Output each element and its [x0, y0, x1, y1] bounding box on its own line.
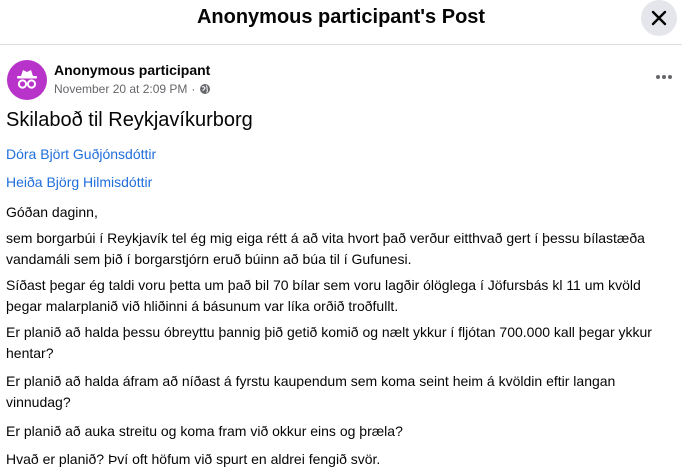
more-options-icon [656, 75, 672, 79]
meta-separator: · [191, 82, 196, 96]
incognito-icon [17, 70, 37, 89]
post-paragraph: Góðan daginn, [6, 204, 98, 220]
post-paragraph: Síðast þegar ég taldi voru þetta um það … [6, 277, 641, 314]
header-divider [0, 44, 682, 45]
modal-header: Anonymous participant's Post [0, 0, 682, 36]
post-paragraph: sem borgarbúi í Reykjavík tel ég mig eig… [6, 230, 645, 267]
post-paragraph: Hvað er planið? Því oft höfum við spurt … [6, 451, 381, 467]
post-paragraph: Er planið að halda þessu óbreyttu þannig… [6, 324, 652, 361]
post-meta: November 20 at 2:09 PM · [54, 82, 211, 96]
post-title: Skilaboð til Reykjavíkurborg [6, 109, 253, 131]
author-name[interactable]: Anonymous participant [54, 62, 210, 78]
globe-icon[interactable] [199, 83, 211, 95]
mention-link[interactable]: Dóra Björt Guðjónsdóttir [6, 146, 156, 162]
post-paragraph: Er planið að auka streitu og koma fram v… [6, 423, 403, 439]
more-options-button[interactable] [650, 66, 678, 88]
mention-link[interactable]: Heiða Björg Hilmisdóttir [6, 174, 152, 190]
close-icon [651, 10, 667, 26]
post-paragraph: Er planið að halda áfram að níðast á fyr… [6, 373, 616, 410]
post-timestamp[interactable]: November 20 at 2:09 PM [54, 82, 187, 96]
avatar[interactable] [7, 60, 47, 100]
close-button[interactable] [641, 0, 677, 36]
modal-title: Anonymous participant's Post [196, 6, 486, 28]
